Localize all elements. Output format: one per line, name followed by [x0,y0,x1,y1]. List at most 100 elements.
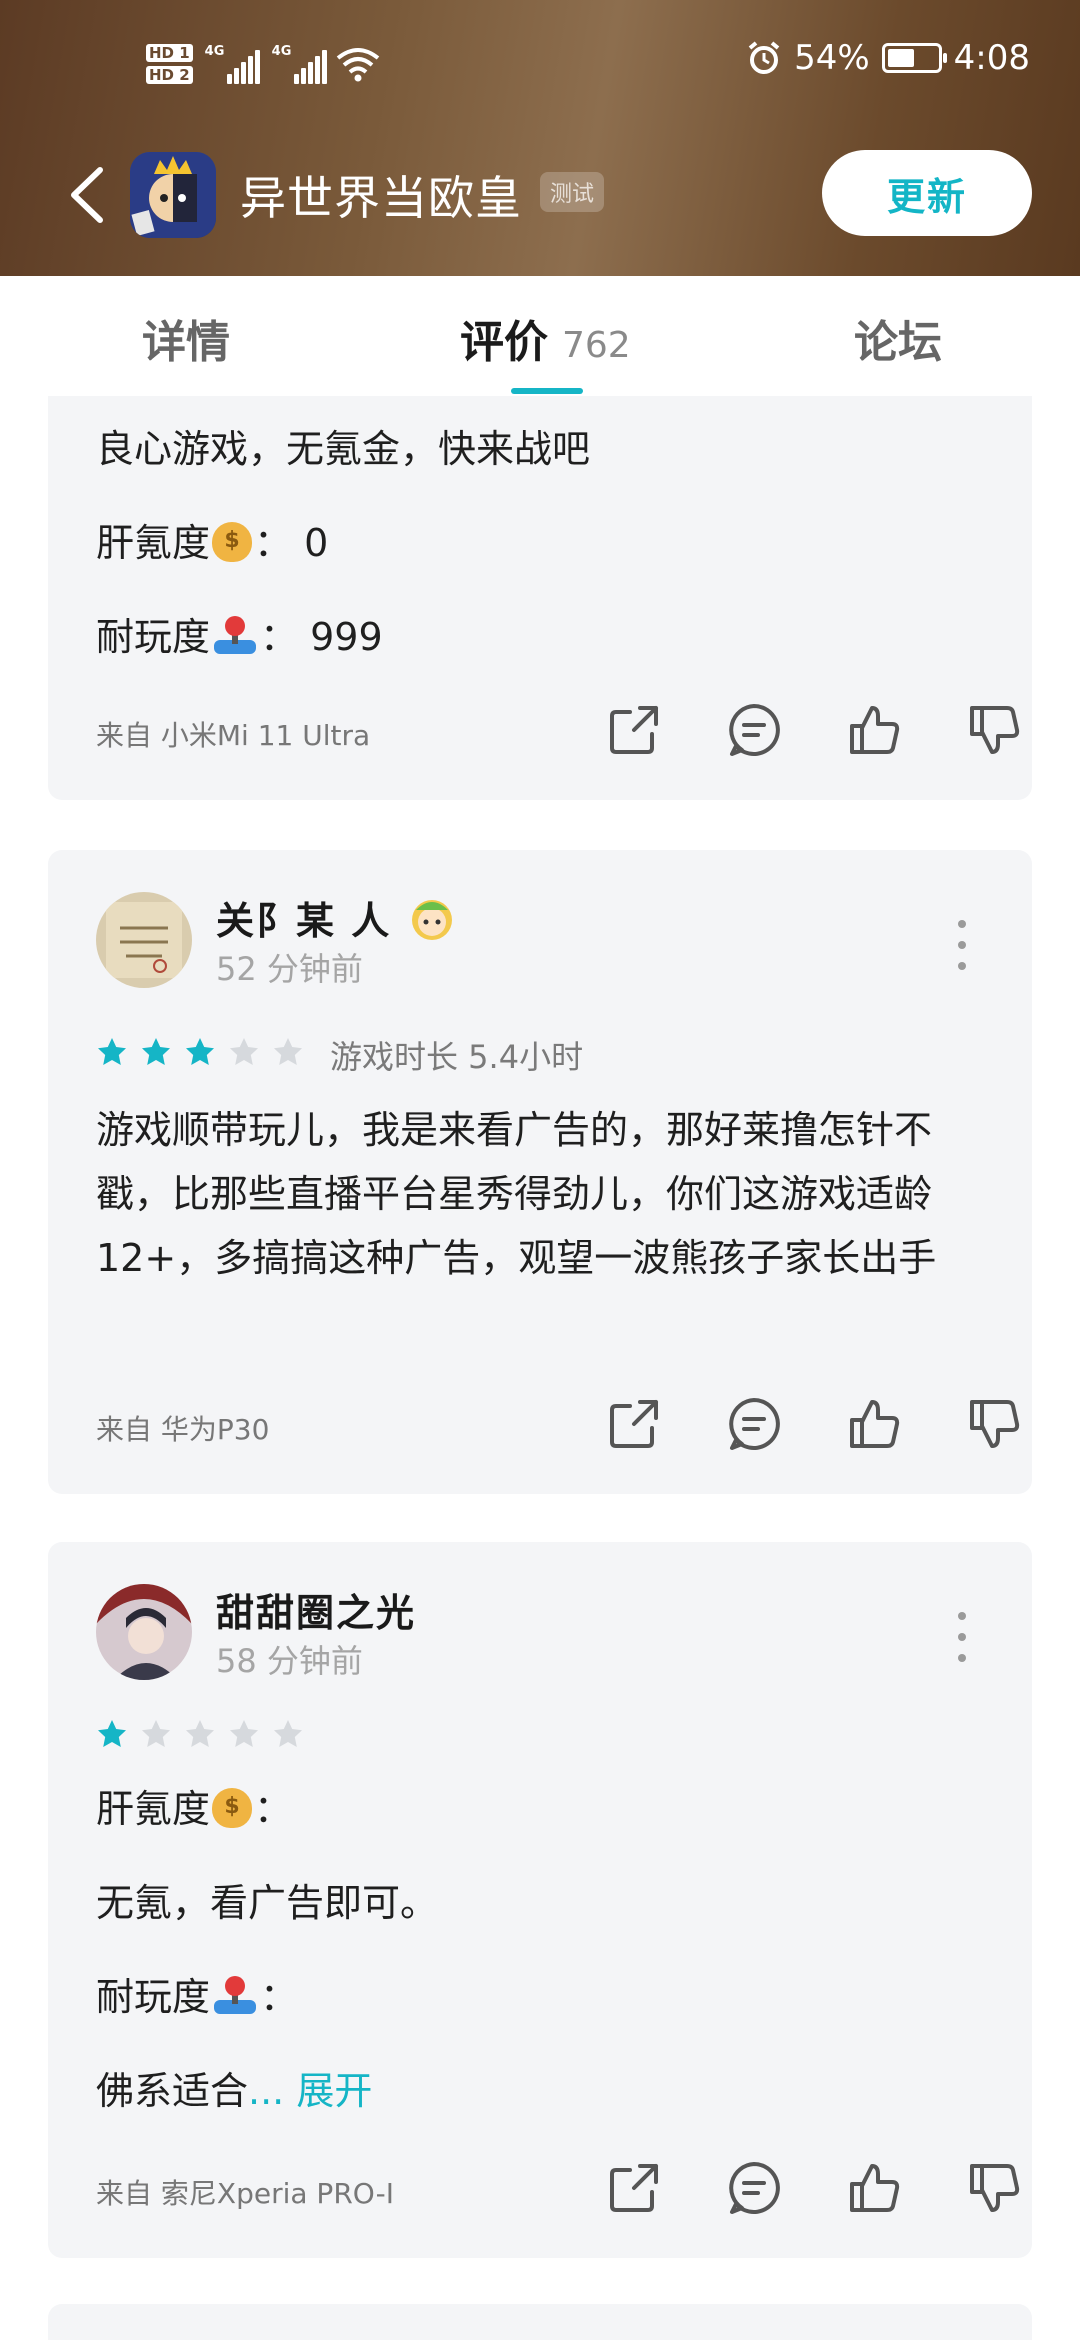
device-label: 来自 索尼Xperia PRO-I [96,2177,394,2210]
money-bag-icon [212,522,253,562]
status-bar: HD 1 HD 2 4G 4G 54% 4:08 [0,0,1080,130]
wifi-icon [336,48,379,82]
clock: 4:08 [953,38,1030,78]
star-filled-icon [98,1038,126,1065]
like-button[interactable] [844,2158,904,2218]
more-options-button[interactable] [956,920,968,970]
hd1-badge: HD 1 [146,44,193,62]
review-label: 耐玩度 [96,615,211,659]
star-filled-icon [142,1038,170,1065]
thumbs-up-icon [850,2164,900,2212]
comment-icon [729,1398,780,1450]
playtime: 游戏时长 5.4小时 [330,1038,584,1076]
share-button[interactable] [604,700,664,760]
share-icon [610,706,658,754]
review-card: 甜甜圈之光 58 分钟前 肝氪度 ： 无氪，看广告即可。 耐玩度 ： 佛系适合...… [48,1542,1032,2258]
review-count: 762 [562,325,631,366]
username[interactable]: 关阝某 人 [216,890,458,945]
review-text: 耐玩度 ： [96,1966,298,2021]
username[interactable]: 甜甜圈之光 [216,1582,416,1637]
hd-indicators: HD 1 HD 2 [146,44,193,84]
share-button[interactable] [604,1394,664,1454]
app-header: HD 1 HD 2 4G 4G 54% 4:08 异世界当欧皇 测试 更新 [0,0,1080,276]
review-text: 无氪，看广告即可。 [96,1881,439,1925]
avatar[interactable] [96,892,192,988]
star-rating [96,1714,304,1754]
star-rating [96,1032,304,1072]
review-time: 58 分钟前 [216,1642,363,1680]
update-button[interactable]: 更新 [822,150,1032,236]
chevron-left-icon [71,167,103,223]
review-actions-row: 来自 小米Mi 11 Ultra [96,700,1020,760]
comment-icon [729,2162,780,2214]
avatar[interactable] [96,1584,192,1680]
comment-icon [729,704,780,756]
star-empty-icon [186,1720,214,1747]
review-body: 游戏顺带玩儿，我是来看广告的，那好莱撸怎针不戳，比那些直播平台星秀得劲儿，你们这… [96,1108,937,1280]
star-empty-icon [142,1720,170,1747]
review-label: 肝氪度 [96,1787,211,1831]
star-empty-icon [230,1038,258,1065]
device-label: 来自 华为P30 [96,1413,270,1446]
review-value: ： 0 [254,521,329,565]
battery-icon [881,43,947,73]
review-text: 良心游戏，无氪金，快来战吧 [96,427,591,471]
avatar-badge-icon [412,900,453,940]
star-filled-icon [186,1038,214,1065]
thumbs-down-icon [970,1400,1020,1448]
review-text: 佛系适合... 展开 [96,2069,373,2113]
thumbs-up-icon [850,706,900,754]
review-card [48,2304,1032,2340]
share-icon [610,1400,658,1448]
review-value: ： [254,1787,293,1831]
device-label: 来自 小米Mi 11 Ultra [96,719,371,752]
share-icon [610,2164,658,2212]
like-button[interactable] [844,700,904,760]
star-empty-icon [274,1038,302,1065]
tab-forum[interactable]: 论坛 [854,306,942,370]
review-actions-row: 来自 索尼Xperia PRO-I [96,2158,1020,2218]
back-button[interactable] [60,160,120,230]
tab-bar: 详情 评价 762 论坛 [0,276,1080,396]
app-icon [130,152,216,238]
review-value: ： [260,1975,299,2019]
review-label: 耐玩度 [96,1975,211,2019]
review-actions-row: 来自 华为P30 [96,1394,1020,1454]
star-empty-icon [274,1720,302,1747]
star-filled-icon [98,1720,126,1747]
battery-percent: 54% [794,38,870,78]
status-left: HD 1 HD 2 4G 4G [146,34,381,94]
joystick-icon [212,616,258,656]
money-bag-icon [212,1788,253,1828]
more-options-button[interactable] [956,1612,968,1662]
app-title: 异世界当欧皇 [240,171,522,225]
thumbs-down-icon [970,2164,1020,2212]
test-badge: 测试 [540,172,605,212]
signal-icon-1: 4G [205,44,260,84]
like-button[interactable] [844,1394,904,1454]
alarm-icon [748,41,780,74]
review-card: 良心游戏，无氪金，快来战吧 肝氪度 ： 0 耐玩度 ： 999 来自 小米Mi 11… [48,396,1032,800]
thumbs-down-icon [970,706,1020,754]
tab-indicator [511,388,583,394]
comment-button[interactable] [724,700,784,760]
status-right: 54% 4:08 [746,38,1030,78]
review-text: 耐玩度 ： 999 [96,606,383,661]
dislike-button[interactable] [964,1394,1024,1454]
hd2-badge: HD 2 [146,66,193,84]
tab-reviews-label: 评价 [460,317,548,368]
review-value: ： 999 [260,615,383,659]
comment-button[interactable] [724,1394,784,1454]
tab-details[interactable]: 详情 [142,306,230,370]
share-button[interactable] [604,2158,664,2218]
tab-reviews[interactable]: 评价 762 [460,306,631,370]
expand-link[interactable]: ... 展开 [248,2069,372,2113]
review-label: 肝氪度 [96,521,211,565]
review-text: 肝氪度 ： 0 [96,512,328,567]
star-empty-icon [230,1720,258,1747]
comment-button[interactable] [724,2158,784,2218]
dislike-button[interactable] [964,2158,1024,2218]
battery-fill [887,49,914,67]
dislike-button[interactable] [964,700,1024,760]
thumbs-up-icon [850,1400,900,1448]
